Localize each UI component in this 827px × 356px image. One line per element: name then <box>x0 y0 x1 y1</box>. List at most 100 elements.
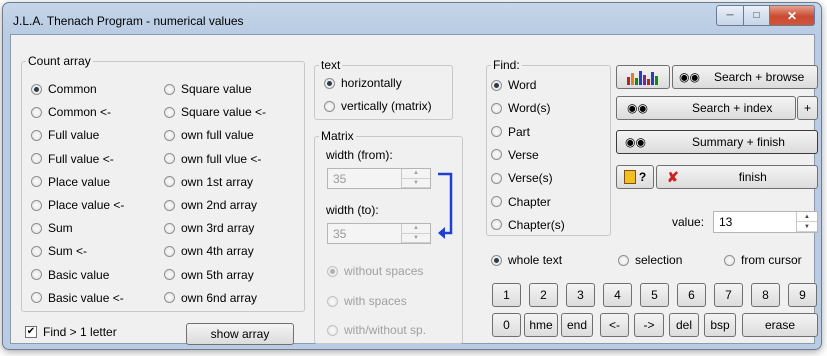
vertically-radio[interactable]: vertically (matrix) <box>324 99 432 113</box>
key-end[interactable]: end <box>561 313 593 337</box>
width-from-value: 35 <box>333 172 347 186</box>
key-8[interactable]: 8 <box>751 283 780 307</box>
spin-down-icon[interactable]: ▼ <box>402 179 430 188</box>
key-5[interactable]: 5 <box>640 283 669 307</box>
radio-indicator <box>164 222 175 234</box>
horizontally-label: horizontally <box>341 76 402 90</box>
find-radio-1[interactable]: Word <box>491 78 536 92</box>
without-spaces-label: without spaces <box>344 264 424 278</box>
key-2[interactable]: 2 <box>529 283 558 307</box>
count-radio-12[interactable]: Square value <- <box>164 105 266 119</box>
maximize-button[interactable]: □ <box>744 5 770 26</box>
selection-radio[interactable]: selection <box>618 253 682 267</box>
selection-label: selection <box>635 253 683 267</box>
count-radio-13-label: own full value <box>181 128 254 143</box>
whole-text-radio[interactable]: whole text <box>491 253 562 267</box>
key-9[interactable]: 9 <box>788 283 817 307</box>
without-spaces-radio[interactable]: without spaces <box>327 264 423 278</box>
count-radio-14[interactable]: own full vlue <- <box>164 152 261 166</box>
count-radio-18[interactable]: own 4th array <box>164 244 254 258</box>
count-radio-3[interactable]: Full value <box>31 128 99 142</box>
width-to-spinner[interactable]: 35 ▲ ▼ <box>327 223 431 244</box>
count-radio-19[interactable]: own 5th array <box>164 268 254 282</box>
spin-up-icon[interactable]: ▲ <box>797 212 817 222</box>
find-radio-7[interactable]: Chapter(s) <box>491 218 565 232</box>
spin-down-icon[interactable]: ▼ <box>797 222 817 232</box>
key-del[interactable]: del <box>669 313 699 337</box>
key-left[interactable]: <- <box>600 313 629 337</box>
from-cursor-radio[interactable]: from cursor <box>724 253 802 267</box>
find-radio-3[interactable]: Part <box>491 125 530 139</box>
key-1[interactable]: 1 <box>492 283 521 307</box>
search-index-button[interactable]: ◉◉ Search + index <box>616 96 796 120</box>
key-0[interactable]: 0 <box>492 313 521 337</box>
minimize-button[interactable]: ─ <box>716 5 744 26</box>
horizontally-radio[interactable]: horizontally <box>324 76 402 90</box>
radio-indicator <box>164 292 175 304</box>
count-radio-11[interactable]: Square value <box>164 82 252 96</box>
width-from-spinner[interactable]: 35 ▲ ▼ <box>327 168 431 189</box>
count-radio-13[interactable]: own full value <box>164 128 254 142</box>
count-radio-16[interactable]: own 2nd array <box>164 198 257 212</box>
radio-indicator <box>164 199 175 211</box>
count-radio-4[interactable]: Full value <- <box>31 152 114 166</box>
radio-indicator <box>31 83 42 95</box>
count-radio-5[interactable]: Place value <box>31 175 110 189</box>
binoculars-icon: ◉◉ <box>627 101 648 115</box>
find-radio-6[interactable]: Chapter <box>491 195 551 209</box>
count-radio-8[interactable]: Sum <- <box>31 244 87 258</box>
find-radio-6-label: Chapter <box>508 194 551 209</box>
width-from-label: width (from): <box>326 148 393 162</box>
spin-down-icon[interactable]: ▼ <box>402 234 430 243</box>
find-radio-4[interactable]: Verse <box>491 148 539 162</box>
find-radio-1-label: Word <box>508 78 537 92</box>
add-index-button[interactable]: + <box>797 96 818 120</box>
radio-indicator <box>164 83 175 95</box>
radio-indicator <box>724 254 735 266</box>
count-radio-20[interactable]: own 6nd array <box>164 291 257 305</box>
summary-finish-button[interactable]: ◉◉ Summary + finish <box>616 130 818 154</box>
spin-up-icon[interactable]: ▲ <box>402 224 430 234</box>
value-spinner[interactable]: 13 ▲ ▼ <box>713 211 818 233</box>
key-home[interactable]: hme <box>524 313 558 337</box>
count-radio-9[interactable]: Basic value <box>31 268 109 282</box>
find-radio-5[interactable]: Verse(s) <box>491 171 553 185</box>
count-radio-2[interactable]: Common <- <box>31 105 111 119</box>
finish-button[interactable]: ✘ finish <box>656 165 818 189</box>
key-6[interactable]: 6 <box>677 283 706 307</box>
help-button[interactable]: ? <box>616 165 654 189</box>
with-without-radio[interactable]: with/without sp. <box>327 323 426 337</box>
count-radio-17[interactable]: own 3rd array <box>164 221 254 235</box>
statistics-button[interactable] <box>616 65 670 89</box>
radio-indicator <box>31 106 42 118</box>
count-radio-15[interactable]: own 1st array <box>164 175 253 189</box>
radio-indicator <box>491 172 502 184</box>
help-label: ? <box>638 170 647 184</box>
count-radio-10[interactable]: Basic value <- <box>31 291 124 305</box>
close-icon: ✕ <box>786 8 798 23</box>
count-radio-1[interactable]: Common <box>31 82 97 96</box>
calculator-icon <box>623 170 636 184</box>
key-4[interactable]: 4 <box>603 283 632 307</box>
find-radio-7-label: Chapter(s) <box>508 217 565 232</box>
radio-indicator <box>327 295 338 307</box>
key-7[interactable]: 7 <box>714 283 743 307</box>
find-gt1-checkbox[interactable]: ✔ Find > 1 letter <box>25 325 117 339</box>
spin-up-icon[interactable]: ▲ <box>402 169 430 179</box>
count-radio-7[interactable]: Sum <box>31 221 73 235</box>
key-3[interactable]: 3 <box>566 283 595 307</box>
key-right[interactable]: -> <box>634 313 664 337</box>
radio-indicator <box>491 196 502 207</box>
count-radio-6[interactable]: Place value <- <box>31 198 124 212</box>
key-bsp[interactable]: bsp <box>704 313 736 337</box>
count-radio-2-label: Common <- <box>48 105 112 120</box>
key-erase[interactable]: erase <box>742 313 818 337</box>
find-radio-2[interactable]: Word(s) <box>491 101 550 115</box>
close-button[interactable]: ✕ <box>770 5 815 26</box>
show-array-button[interactable]: show array <box>186 323 294 345</box>
count-radio-14-label: own full vlue <- <box>181 151 262 166</box>
with-spaces-radio[interactable]: with spaces <box>327 294 407 308</box>
search-browse-button[interactable]: ◉◉ Search + browse <box>672 65 818 89</box>
whole-text-label: whole text <box>508 253 563 267</box>
radio-indicator <box>31 245 42 257</box>
